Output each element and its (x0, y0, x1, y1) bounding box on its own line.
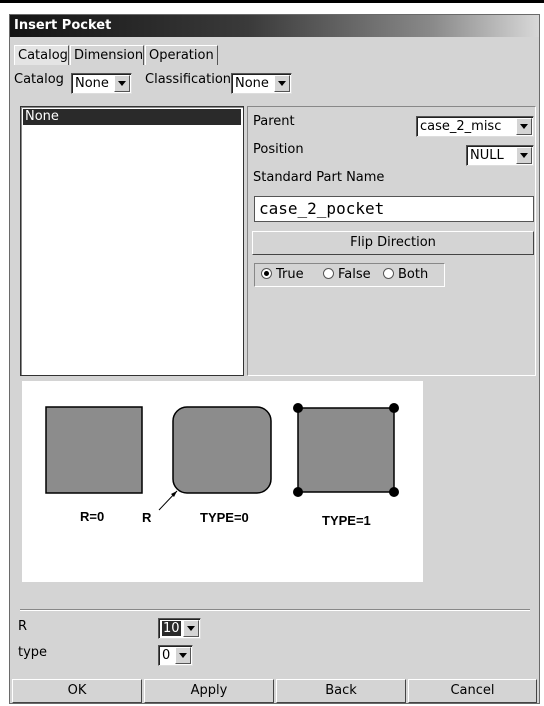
position-label: Position (253, 142, 304, 157)
parent-select[interactable]: case_2_misc (416, 116, 534, 137)
pocket-type-preview: R=0 R TYPE=0 TYPE=1 (22, 381, 423, 582)
corner-dot (293, 487, 303, 497)
tab-catalog[interactable]: Catalog (14, 45, 69, 65)
chevron-down-icon[interactable] (516, 118, 532, 135)
r-select-value: 10 (162, 621, 181, 636)
back-button[interactable]: Back (276, 679, 406, 703)
standard-part-name-input[interactable]: case_2_pocket (254, 196, 534, 222)
chevron-down-icon[interactable] (114, 75, 130, 92)
label-r0: R=0 (80, 509, 104, 524)
r-label: R (18, 619, 28, 634)
radio-checked-icon[interactable] (261, 268, 272, 279)
position-select-value: NULL (470, 148, 504, 163)
parent-label: Parent (253, 114, 295, 129)
label-type1: TYPE=1 (322, 513, 371, 528)
type-select[interactable]: 0 (158, 645, 193, 666)
top-border (0, 0, 544, 3)
chevron-down-icon[interactable] (516, 147, 532, 164)
apply-button[interactable]: Apply (144, 679, 274, 703)
chevron-down-icon[interactable] (183, 620, 199, 637)
insert-pocket-dialog: Insert Pocket Catalog Dimension Operatio… (9, 14, 540, 704)
corner-dot (389, 403, 399, 413)
tab-operation[interactable]: Operation (145, 45, 218, 65)
square-r0 (45, 406, 143, 494)
chevron-down-icon[interactable] (175, 647, 191, 664)
catalog-select-value: None (75, 76, 109, 91)
dialog-button-bar: OK Apply Back Cancel (10, 679, 539, 703)
radio-unchecked-icon[interactable] (383, 268, 394, 279)
catalog-label: Catalog (14, 72, 64, 87)
radio-true-label: True (276, 267, 304, 282)
square-type0 (172, 406, 272, 494)
type-label: type (18, 645, 48, 660)
flip-direction-button[interactable]: Flip Direction (252, 231, 534, 255)
classification-label: Classification (145, 72, 232, 87)
direction-radio-group: True False Both (254, 263, 445, 287)
corner-dot (293, 403, 303, 413)
ok-button[interactable]: OK (12, 679, 142, 703)
window-title: Insert Pocket (14, 18, 112, 33)
radio-false-label: False (338, 267, 371, 282)
tab-dimension[interactable]: Dimension (70, 45, 144, 65)
list-item[interactable]: None (23, 109, 241, 125)
classification-select-value: None (235, 76, 269, 91)
radio-false[interactable]: False (323, 267, 371, 282)
radio-unchecked-icon[interactable] (323, 268, 334, 279)
standard-part-name-label: Standard Part Name (253, 170, 385, 185)
type-select-value: 0 (162, 648, 171, 663)
chevron-down-icon[interactable] (274, 75, 290, 92)
label-r: R (142, 510, 152, 525)
corner-dot (389, 487, 399, 497)
square-type1 (297, 407, 395, 493)
position-select[interactable]: NULL (466, 145, 534, 166)
radio-both-label: Both (398, 267, 429, 282)
radio-true[interactable]: True (261, 267, 304, 282)
catalog-list[interactable]: None (20, 106, 244, 376)
r-select[interactable]: 10 (158, 618, 201, 639)
parent-select-value: case_2_misc (420, 119, 502, 134)
divider (20, 609, 530, 611)
catalog-select[interactable]: None (71, 73, 132, 94)
pocket-diagram: R=0 R TYPE=0 TYPE=1 (45, 403, 399, 528)
classification-select[interactable]: None (231, 73, 292, 94)
radio-both[interactable]: Both (383, 267, 428, 282)
title-bar[interactable]: Insert Pocket (10, 15, 539, 37)
cancel-button[interactable]: Cancel (408, 679, 537, 703)
label-type0: TYPE=0 (200, 510, 249, 525)
